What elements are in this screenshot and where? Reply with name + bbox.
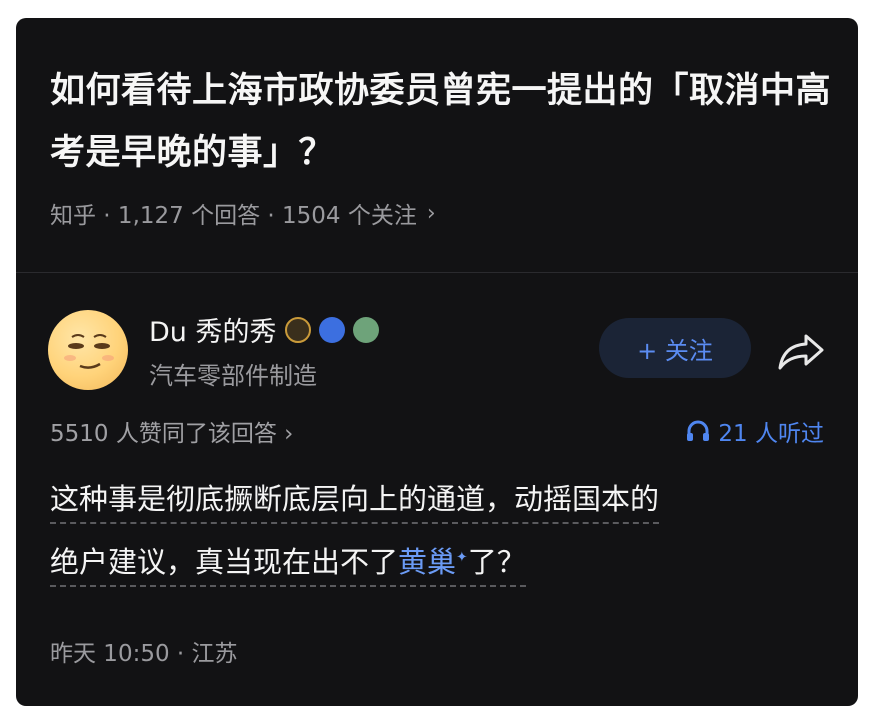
listen-count[interactable]: 21 人听过 (686, 414, 824, 448)
question-stats: 知乎 · 1,127 个回答 · 1504 个关注 (50, 203, 417, 229)
keyword-link[interactable]: 黄巢 (398, 545, 456, 579)
follow-button[interactable]: + 关注 (599, 318, 751, 378)
headphones-icon (687, 420, 710, 441)
question-title[interactable]: 如何看待上海市政协委员曾宪一提出的「取消中高考是早晚的事」？ (50, 60, 840, 184)
avatar-badge-icon (352, 316, 379, 343)
share-icon[interactable] (776, 332, 826, 370)
answer-line-2: 绝户建议，真当现在出不了黄巢✦了？ (50, 544, 526, 587)
answer-line-2-text: 绝户建议，真当现在出不了 (50, 544, 399, 579)
chevron-right-icon: › (426, 200, 436, 226)
question-meta[interactable]: 知乎 · 1,127 个回答 · 1504 个关注 › (50, 196, 436, 230)
listen-label: 21 人听过 (718, 421, 824, 447)
agree-count[interactable]: 5510 人赞同了该回答 › (50, 414, 293, 448)
post-time-location: 昨天 10:50 · 江苏 (50, 641, 238, 667)
sparkle-icon: ✦ (456, 549, 468, 565)
smiley-face-icon (64, 334, 114, 369)
gem-badge-icon (318, 316, 345, 343)
author-name-row[interactable]: Du 秀的秀 (149, 310, 379, 349)
divider (16, 272, 858, 273)
crown-badge-icon (284, 316, 311, 343)
answer-card: 如何看待上海市政协委员曾宪一提出的「取消中高考是早晚的事」？ 知乎 · 1,12… (16, 18, 858, 706)
avatar[interactable] (48, 310, 128, 390)
author-name[interactable]: Du 秀的秀 (149, 310, 277, 349)
answer-line-2-end: 了？ (467, 544, 526, 579)
answer-body[interactable]: 这种事是彻底撅断底层向上的通道，动摇国本的 绝户建议，真当现在出不了黄巢✦了？ (50, 470, 830, 591)
answer-line-1: 这种事是彻底撅断底层向上的通道，动摇国本的 (50, 482, 660, 524)
author-subtitle: 汽车零部件制造 (149, 362, 317, 390)
